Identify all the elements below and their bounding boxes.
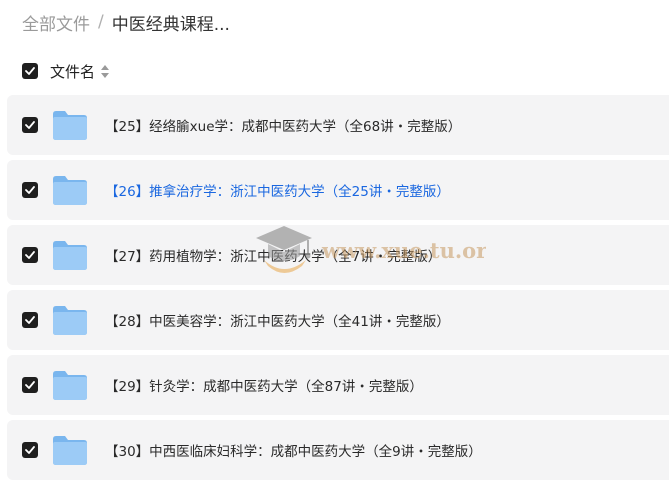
folder-icon: [53, 111, 87, 140]
select-all-checkbox[interactable]: [22, 63, 38, 79]
row-checkbox[interactable]: [22, 312, 38, 328]
row-checkbox[interactable]: [22, 377, 38, 393]
folder-icon: [53, 306, 87, 335]
file-row[interactable]: 【26】推拿治疗学：浙江中医药大学（全25讲・完整版）: [7, 160, 669, 220]
file-name-link[interactable]: 【26】推拿治疗学：浙江中医药大学（全25讲・完整版）: [105, 180, 450, 200]
breadcrumb: 全部文件 / 中医经典课程...: [22, 9, 230, 35]
folder-icon: [53, 371, 87, 400]
folder-icon: [53, 176, 87, 205]
checkmark-icon: [25, 251, 35, 259]
breadcrumb-root-link[interactable]: 全部文件: [22, 10, 90, 35]
checkmark-icon: [25, 186, 35, 194]
file-name-link[interactable]: 【25】经络腧xue学：成都中医药大学（全68讲・完整版）: [105, 115, 461, 135]
sort-icon[interactable]: [101, 64, 110, 78]
checkmark-icon: [25, 121, 35, 129]
folder-icon: [53, 436, 87, 465]
file-row[interactable]: 【28】中医美容学：浙江中医药大学（全41讲・完整版）: [7, 290, 669, 350]
file-name-link[interactable]: 【29】针灸学：成都中医药大学（全87讲・完整版）: [105, 375, 423, 395]
row-checkbox[interactable]: [22, 117, 38, 133]
checkmark-icon: [25, 316, 35, 324]
row-checkbox[interactable]: [22, 247, 38, 263]
row-checkbox[interactable]: [22, 182, 38, 198]
file-row[interactable]: 【30】中西医临床妇科学：成都中医药大学（全9讲・完整版）: [7, 420, 669, 480]
file-row[interactable]: 【29】针灸学：成都中医药大学（全87讲・完整版）: [7, 355, 669, 415]
file-list: 【25】经络腧xue学：成都中医药大学（全68讲・完整版） 【26】推拿治疗学：浙…: [7, 95, 669, 485]
file-name-link[interactable]: 【27】药用植物学：浙江中医药大学（全7讲・完整版）: [105, 245, 441, 265]
checkmark-icon: [25, 446, 35, 454]
checkmark-icon: [25, 381, 35, 389]
breadcrumb-separator: /: [98, 12, 104, 32]
list-header: 文件名: [22, 58, 110, 84]
breadcrumb-current: 中医经典课程...: [111, 14, 230, 35]
folder-icon: [53, 241, 87, 270]
file-row[interactable]: 【27】药用植物学：浙江中医药大学（全7讲・完整版）: [7, 225, 669, 285]
file-name-link[interactable]: 【28】中医美容学：浙江中医药大学（全41讲・完整版）: [105, 310, 450, 330]
file-row[interactable]: 【25】经络腧xue学：成都中医药大学（全68讲・完整版）: [7, 95, 669, 155]
filename-column-header[interactable]: 文件名: [50, 61, 95, 82]
row-checkbox[interactable]: [22, 442, 38, 458]
file-name-link[interactable]: 【30】中西医临床妇科学：成都中医药大学（全9讲・完整版）: [105, 440, 482, 460]
checkmark-icon: [25, 67, 35, 75]
